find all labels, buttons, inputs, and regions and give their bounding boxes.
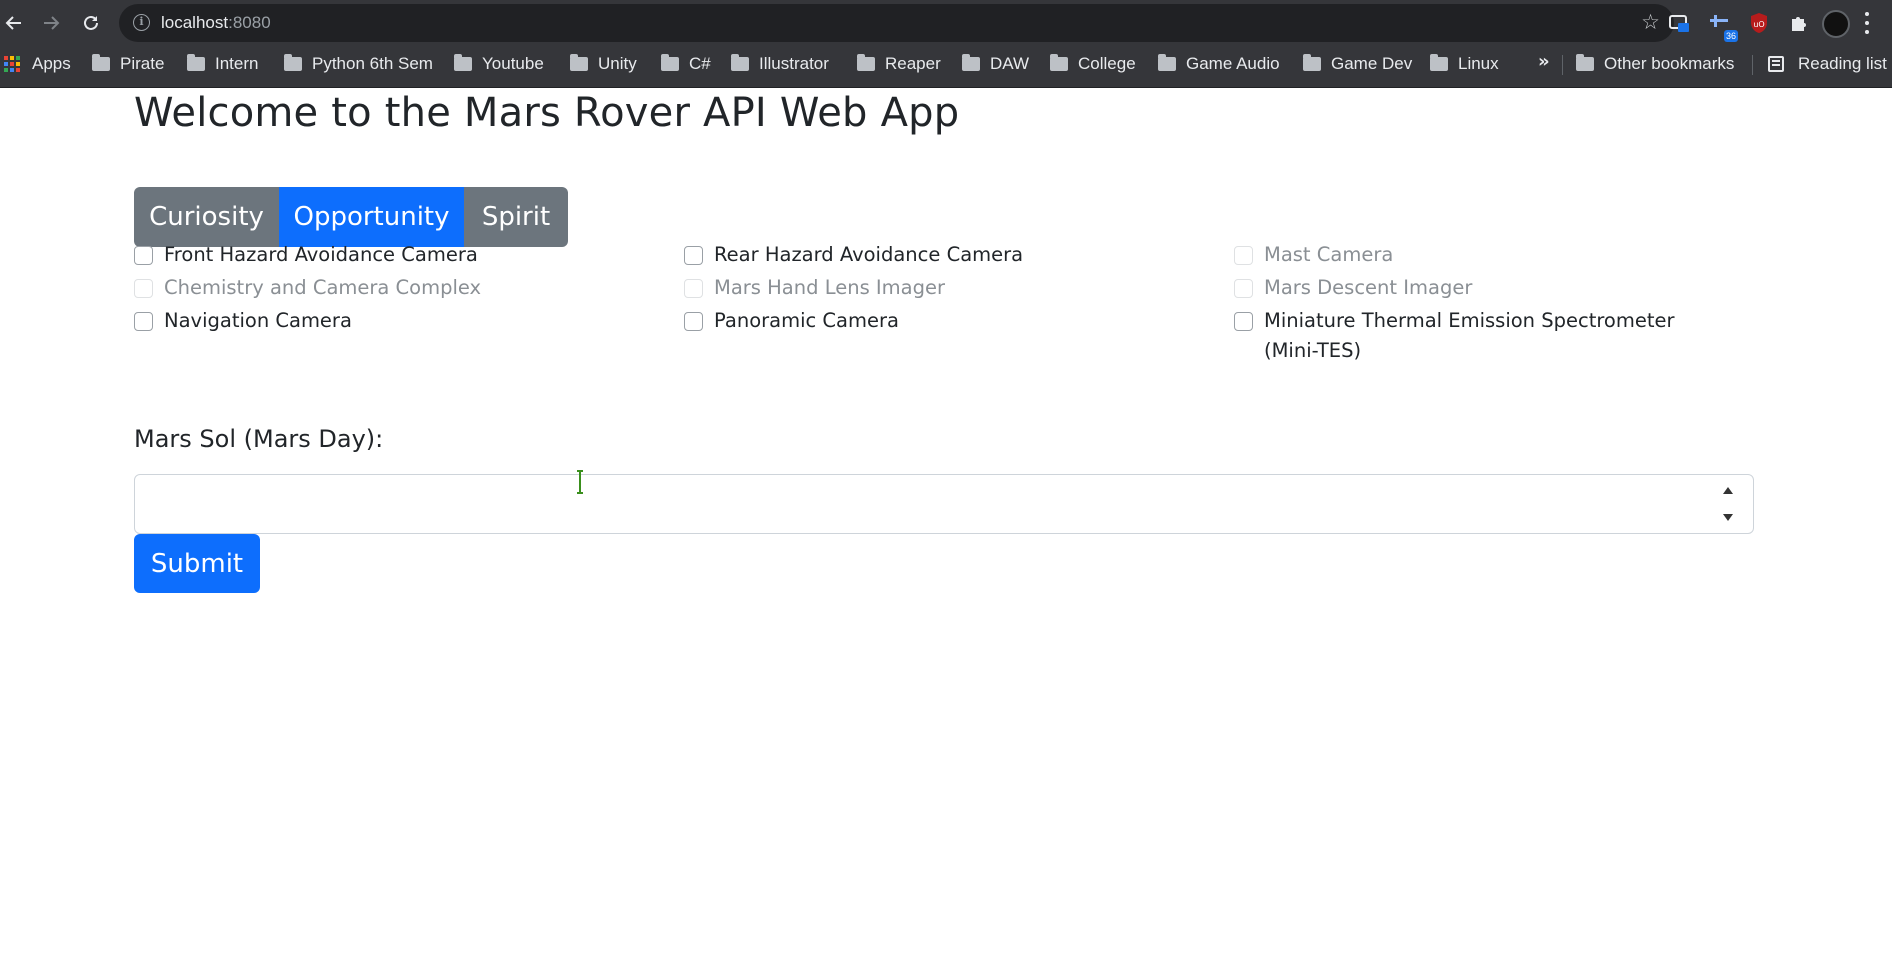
rover-spirit-button[interactable]: Spirit <box>464 187 568 247</box>
bookmark-folder-daw[interactable]: DAW <box>962 46 1029 82</box>
profile-avatar[interactable] <box>1822 10 1850 38</box>
camera-option-minites[interactable]: Miniature Thermal Emission Spectrometer … <box>1234 306 1744 366</box>
camera-label: Navigation Camera <box>164 309 352 332</box>
folder-icon <box>187 54 205 71</box>
rover-button-group: Curiosity Opportunity Spirit <box>134 187 568 247</box>
folder-icon <box>570 54 588 71</box>
back-icon[interactable] <box>0 9 28 37</box>
rover-curiosity-button[interactable]: Curiosity <box>134 187 279 247</box>
bookmark-folder-college[interactable]: College <box>1050 46 1136 82</box>
bookmark-folder-youtube[interactable]: Youtube <box>454 46 544 82</box>
site-info-icon[interactable]: i <box>133 14 150 31</box>
address-bar[interactable]: i localhost:8080 ☆ <box>119 4 1674 42</box>
url-text[interactable]: localhost:8080 <box>161 13 271 33</box>
spin-down-icon[interactable] <box>1723 514 1733 521</box>
bookmarks-divider <box>1562 55 1563 75</box>
folder-icon <box>284 54 302 71</box>
camera-column-1: Front Hazard Avoidance Camera Chemistry … <box>134 240 654 339</box>
bookmark-folder-reaper[interactable]: Reaper <box>857 46 941 82</box>
camera-option-pancam[interactable]: Panoramic Camera <box>684 306 1204 336</box>
bookmark-folder-illustrator[interactable]: Illustrator <box>731 46 829 82</box>
bookmark-folder-other[interactable]: Other bookmarks <box>1576 46 1734 82</box>
svg-text:uO: uO <box>1753 20 1764 29</box>
camera-checkbox[interactable] <box>1234 312 1253 331</box>
bookmark-folder-intern[interactable]: Intern <box>187 46 258 82</box>
page-title: Welcome to the Mars Rover API Web App <box>134 90 960 136</box>
camera-label: Front Hazard Avoidance Camera <box>164 243 478 266</box>
cast-extension-icon[interactable] <box>1666 10 1692 36</box>
camera-column-2: Rear Hazard Avoidance Camera Mars Hand L… <box>684 240 1204 339</box>
bookmark-folder-unity[interactable]: Unity <box>570 46 637 82</box>
camera-label: Mars Hand Lens Imager <box>714 276 946 299</box>
folder-icon <box>1303 54 1321 71</box>
camera-label: Chemistry and Camera Complex <box>164 276 482 299</box>
camera-checkbox <box>134 279 153 298</box>
bookmark-folder-game-audio[interactable]: Game Audio <box>1158 46 1280 82</box>
camera-checkbox <box>1234 246 1253 265</box>
ublock-origin-icon[interactable]: uO <box>1746 10 1772 36</box>
bookmark-folder-pirate[interactable]: Pirate <box>92 46 164 82</box>
spin-up-icon[interactable] <box>1723 487 1733 494</box>
bookmark-folder-linux[interactable]: Linux <box>1430 46 1499 82</box>
forward-icon[interactable] <box>37 9 65 37</box>
bookmarks-divider <box>1752 55 1753 75</box>
apps-grid-icon <box>4 56 20 72</box>
folder-icon <box>1158 54 1176 71</box>
browser-menu-icon[interactable] <box>1864 12 1870 34</box>
camera-label: Rear Hazard Avoidance Camera <box>714 243 1024 266</box>
camera-option-chemcam: Chemistry and Camera Complex <box>134 273 654 303</box>
folder-icon <box>1576 54 1594 71</box>
bookmark-star-icon[interactable]: ☆ <box>1641 11 1660 33</box>
bookmark-folder-csharp[interactable]: C# <box>661 46 711 82</box>
bookmark-folder-game-dev[interactable]: Game Dev <box>1303 46 1412 82</box>
reading-list-icon <box>1768 56 1784 72</box>
sol-label: Mars Sol (Mars Day): <box>134 425 384 453</box>
bookmark-folder-python[interactable]: Python 6th Sem <box>284 46 433 82</box>
camera-label: Mars Descent Imager <box>1264 276 1473 299</box>
page-content: Welcome to the Mars Rover API Web App Cu… <box>0 88 1892 957</box>
camera-option-mahli: Mars Hand Lens Imager <box>684 273 1204 303</box>
bookmark-apps[interactable]: Apps <box>4 46 71 82</box>
camera-option-fhaz[interactable]: Front Hazard Avoidance Camera <box>134 240 654 270</box>
camera-checkbox <box>1234 279 1253 298</box>
camera-checkbox[interactable] <box>684 246 703 265</box>
folder-icon <box>454 54 472 71</box>
reading-list-button[interactable]: Reading list <box>1768 46 1887 82</box>
camera-option-mast: Mast Camera <box>1234 240 1744 270</box>
bookmarks-bar: Apps Pirate Intern Python 6th Sem Youtub… <box>0 46 1892 88</box>
folder-icon <box>962 54 980 71</box>
bookmarks-overflow-icon[interactable]: » <box>1538 51 1550 72</box>
camera-checkbox[interactable] <box>684 312 703 331</box>
camera-label: Mast Camera <box>1264 243 1394 266</box>
camera-checkbox[interactable] <box>134 246 153 265</box>
folder-icon <box>731 54 749 71</box>
camera-option-mardi: Mars Descent Imager <box>1234 273 1744 303</box>
folder-icon <box>661 54 679 71</box>
sol-spinner[interactable] <box>1721 487 1735 521</box>
camera-checkbox[interactable] <box>134 312 153 331</box>
folder-icon <box>1430 54 1448 71</box>
rover-opportunity-button[interactable]: Opportunity <box>279 187 464 247</box>
submit-button[interactable]: Submit <box>134 534 260 593</box>
camera-option-rhaz[interactable]: Rear Hazard Avoidance Camera <box>684 240 1204 270</box>
camera-checkbox <box>684 279 703 298</box>
extensions-puzzle-icon[interactable] <box>1786 10 1812 36</box>
camera-label: Miniature Thermal Emission Spectrometer … <box>1264 309 1675 362</box>
sol-number-input[interactable] <box>134 474 1754 534</box>
browser-toolbar: i localhost:8080 ☆ 36 uO <box>0 0 1892 46</box>
extension-badge: 36 <box>1723 30 1738 42</box>
folder-icon <box>92 54 110 71</box>
folder-icon <box>857 54 875 71</box>
text-cursor-icon <box>577 470 583 494</box>
folder-icon <box>1050 54 1068 71</box>
reload-icon[interactable] <box>77 9 105 37</box>
camera-column-3: Mast Camera Mars Descent Imager Miniatur… <box>1234 240 1744 369</box>
camera-option-navcam[interactable]: Navigation Camera <box>134 306 654 336</box>
camera-label: Panoramic Camera <box>714 309 899 332</box>
tab-manager-extension-icon[interactable]: 36 <box>1706 10 1738 42</box>
